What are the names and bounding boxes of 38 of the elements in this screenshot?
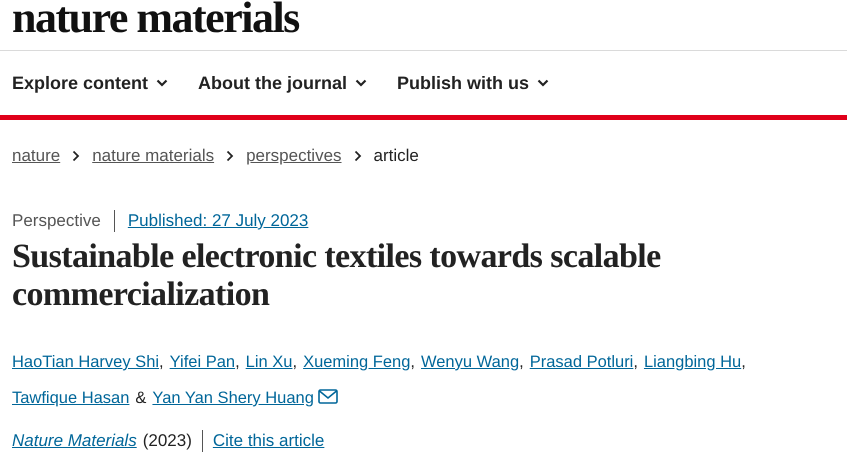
cite-link[interactable]: Cite this article	[212, 431, 324, 451]
chevron-right-icon	[72, 150, 80, 162]
chevron-down-icon	[156, 79, 168, 87]
author-link[interactable]: Wenyu Wang	[420, 353, 520, 371]
author-link[interactable]: Liangbing Hu	[644, 353, 742, 371]
author-separator: ,	[519, 353, 524, 371]
author-link[interactable]: Prasad Potluri	[530, 353, 634, 371]
author-separator: ,	[292, 353, 298, 371]
author-link[interactable]: HaoTian Harvey Shi	[12, 353, 160, 371]
author-link[interactable]: Tawfique Hasan	[12, 389, 130, 407]
author-separator: ,	[235, 353, 240, 371]
author-separator: &	[135, 389, 146, 407]
published-date-link[interactable]: Published: 27 July 2023	[128, 211, 308, 231]
email-icon[interactable]	[318, 389, 338, 404]
journal-logo[interactable]: nature materials	[12, 0, 299, 40]
publication-year: (2023)	[142, 431, 192, 451]
breadcrumb-link[interactable]: perspectives	[246, 146, 342, 166]
breadcrumb-current: article	[374, 146, 419, 166]
author-link[interactable]: Yan Yan Shery Huang	[152, 389, 314, 407]
breadcrumb-link[interactable]: nature	[12, 146, 60, 166]
article-title: Sustainable electronic textiles towards scalable commercialization	[11, 238, 662, 314]
nav-menu-button[interactable]: Publish with us	[397, 72, 550, 94]
journal-link[interactable]: Nature Materials	[12, 431, 137, 451]
author-separator: ,	[633, 353, 638, 371]
chevron-down-icon	[537, 79, 550, 87]
nav-menu-button[interactable]: Explore content	[12, 72, 168, 94]
author-link[interactable]: Lin Xu	[246, 353, 292, 371]
author-link[interactable]: Yifei Pan	[170, 353, 236, 371]
chevron-right-icon	[354, 150, 362, 162]
breadcrumb-link[interactable]: nature materials	[92, 146, 214, 166]
chevron-down-icon	[355, 79, 368, 87]
author-link[interactable]: Xueming Feng	[303, 353, 410, 371]
nav-menu-button[interactable]: About the journal	[198, 72, 368, 94]
author-separator: ,	[410, 353, 415, 371]
chevron-right-icon	[226, 150, 234, 162]
article-type: Perspective	[12, 211, 101, 231]
author-separator: ,	[159, 353, 164, 371]
author-separator: ,	[741, 353, 746, 371]
